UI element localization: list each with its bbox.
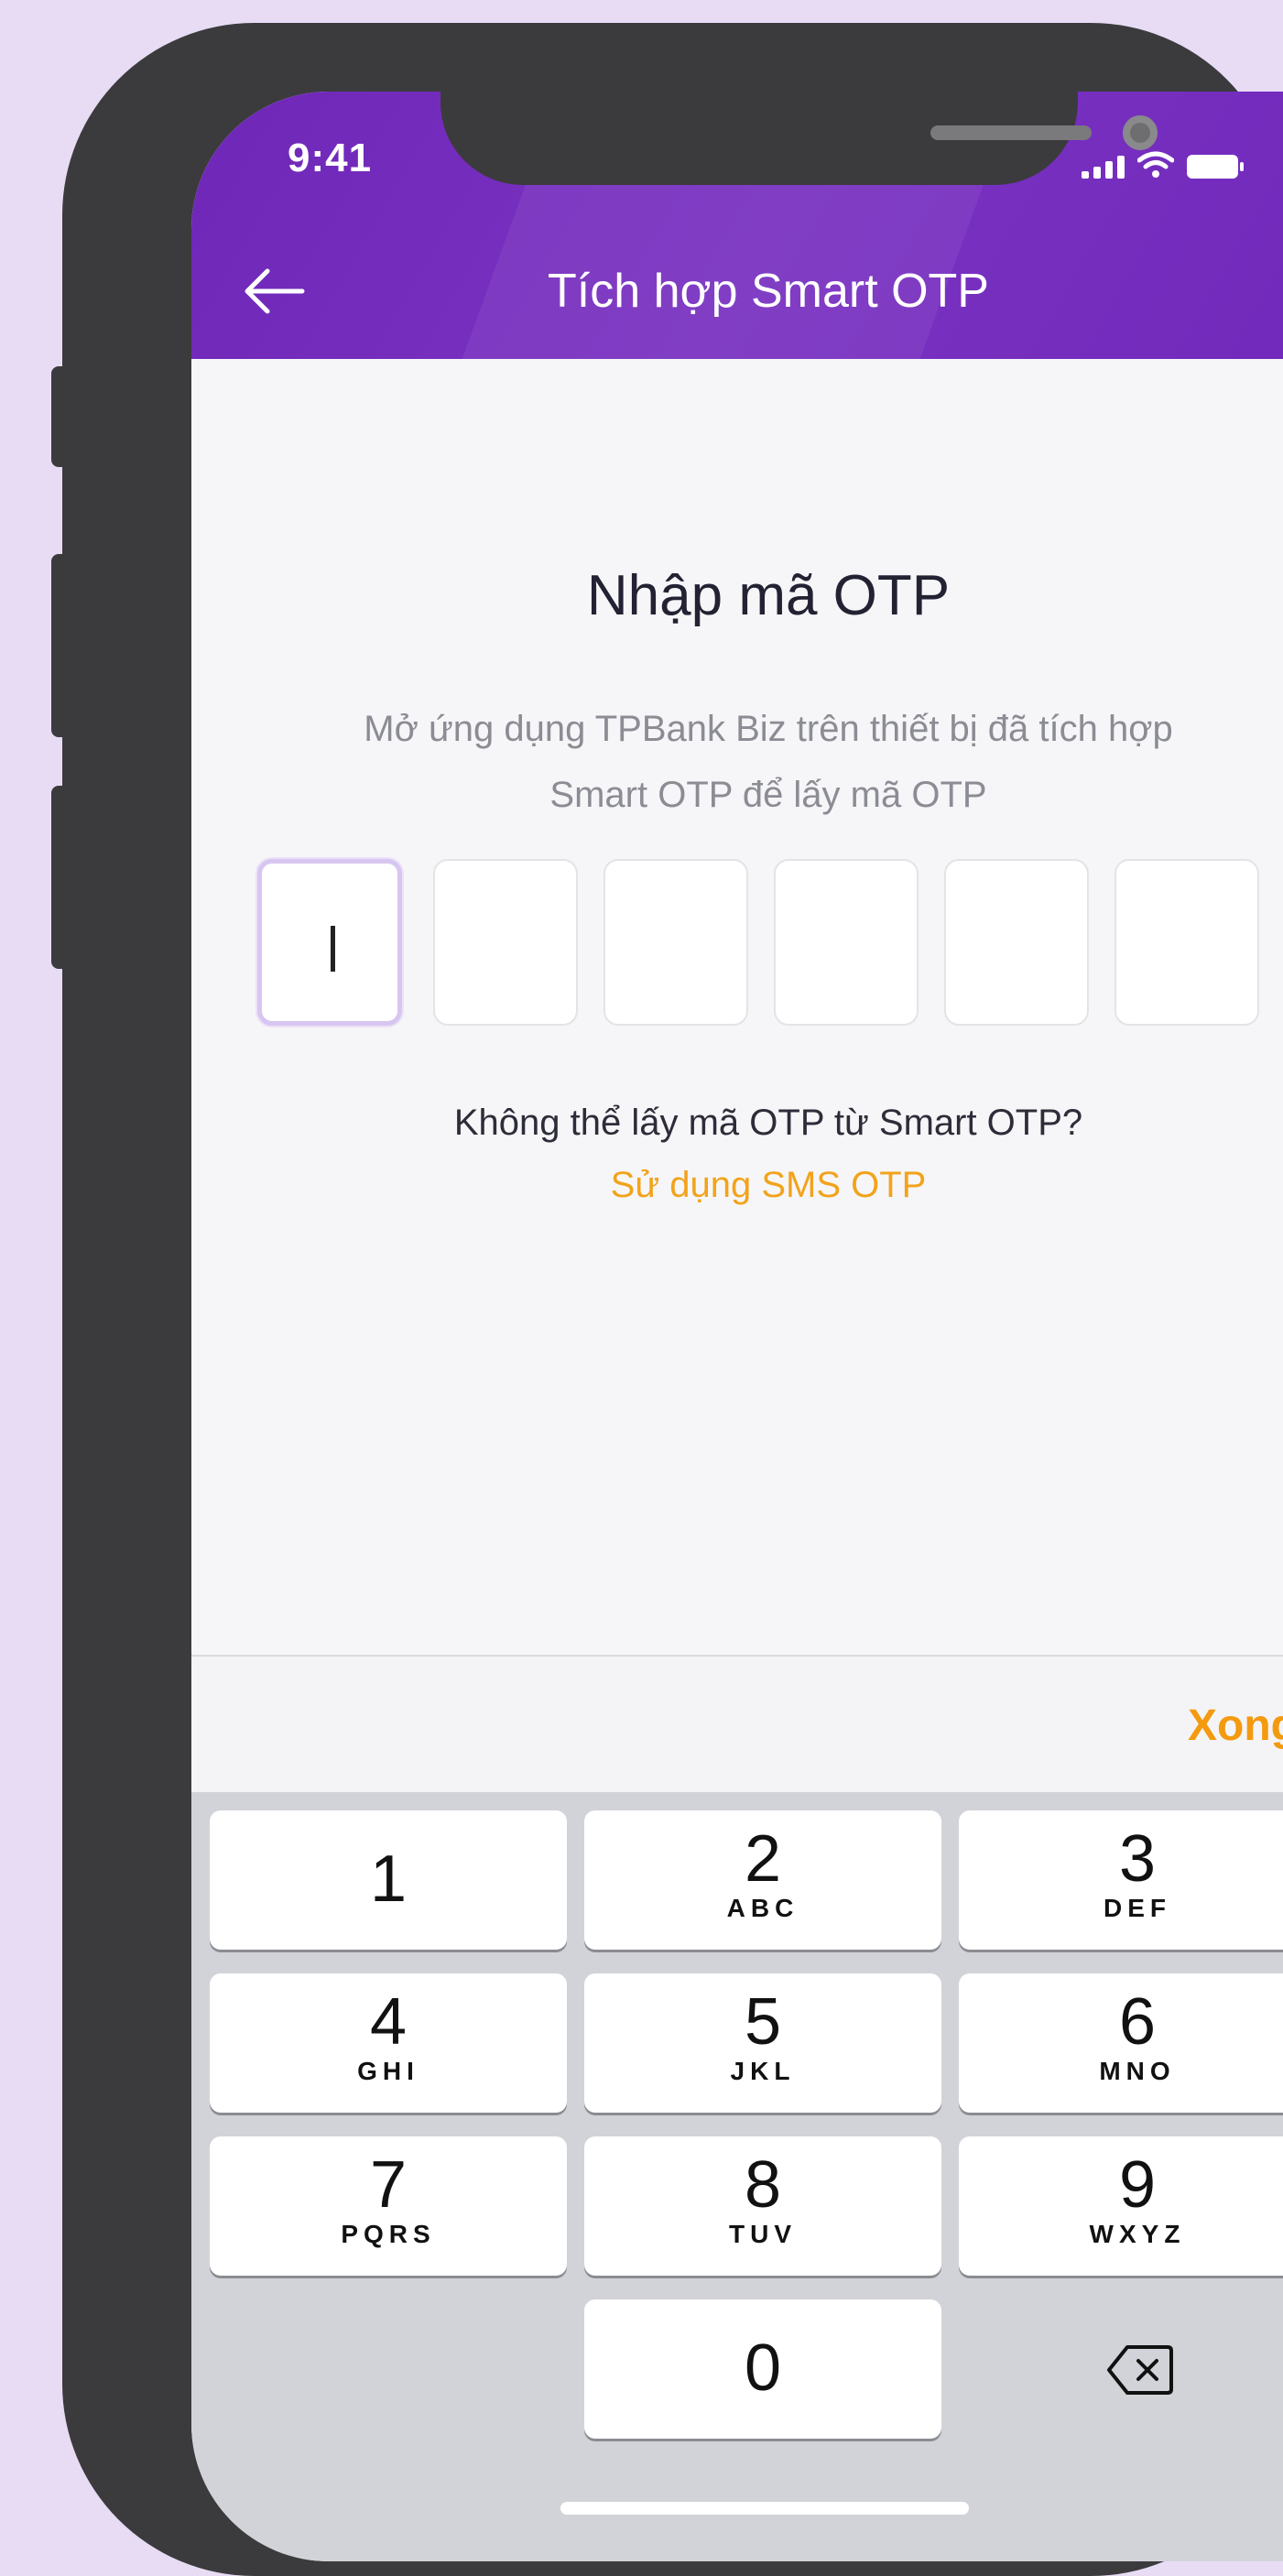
- key-6[interactable]: 6 MNO: [959, 1973, 1283, 2113]
- otp-description: Mở ứng dụng TPBank Biz trên thiết bị đã …: [246, 696, 1283, 828]
- key-9[interactable]: 9 WXYZ: [959, 2136, 1283, 2276]
- signal-icon: [1082, 155, 1125, 179]
- app-header: 9:41 Tích hợp Smart OTP: [191, 92, 1283, 359]
- otp-digit-4[interactable]: [774, 859, 919, 1026]
- otp-digit-3[interactable]: [603, 859, 748, 1026]
- otp-digit-6[interactable]: [1114, 859, 1259, 1026]
- speaker: [930, 125, 1092, 140]
- page-title: Tích hợp Smart OTP: [548, 265, 989, 318]
- help-text: Không thể lấy mã OTP từ Smart OTP?: [453, 1103, 1083, 1143]
- key-3[interactable]: 3 DEF: [959, 1810, 1283, 1950]
- key-5[interactable]: 5 JKL: [584, 1973, 941, 2113]
- home-indicator[interactable]: [560, 2502, 969, 2515]
- battery-icon: [1187, 155, 1244, 179]
- key-0[interactable]: 0: [584, 2299, 941, 2439]
- key-7[interactable]: 7 PQRS: [210, 2136, 567, 2276]
- otp-digit-5[interactable]: [944, 859, 1089, 1026]
- key-4[interactable]: 4 GHI: [210, 1973, 567, 2113]
- otp-input-group: [257, 859, 1283, 1033]
- status-icons: [1082, 142, 1244, 179]
- key-2[interactable]: 2 ABC: [584, 1810, 941, 1950]
- otp-heading: Nhập mã OTP: [586, 564, 951, 627]
- keyboard-toolbar: Xong: [191, 1655, 1283, 1792]
- key-1[interactable]: 1: [210, 1810, 567, 1950]
- status-time: 9:41: [288, 136, 373, 180]
- delete-key[interactable]: [959, 2299, 1283, 2439]
- otp-digit-1[interactable]: [257, 859, 402, 1026]
- done-button[interactable]: Xong: [1188, 1701, 1283, 1751]
- text-cursor: [331, 926, 335, 972]
- description-line-1: Mở ứng dụng TPBank Biz trên thiết bị đã …: [364, 709, 1173, 749]
- wifi-icon: [1137, 151, 1174, 178]
- phone-frame: 9:41 Tích hợp Smart OTP Nhập mã OTP Mở ứ…: [62, 23, 1283, 2576]
- screen: 9:41 Tích hợp Smart OTP Nhập mã OTP Mở ứ…: [191, 92, 1283, 2561]
- notch: [440, 92, 1158, 185]
- backspace-icon: [1107, 2345, 1173, 2395]
- use-sms-otp-link[interactable]: Sử dụng SMS OTP: [191, 1165, 1283, 1206]
- key-8[interactable]: 8 TUV: [584, 2136, 941, 2276]
- numeric-keypad: 1 2 ABC 3 DEF 4 GHI 5 JKL 6 MNO 7 PQRS 8…: [191, 1792, 1283, 2561]
- description-line-2: Smart OTP để lấy mã OTP: [549, 775, 987, 815]
- otp-digit-2[interactable]: [433, 859, 578, 1026]
